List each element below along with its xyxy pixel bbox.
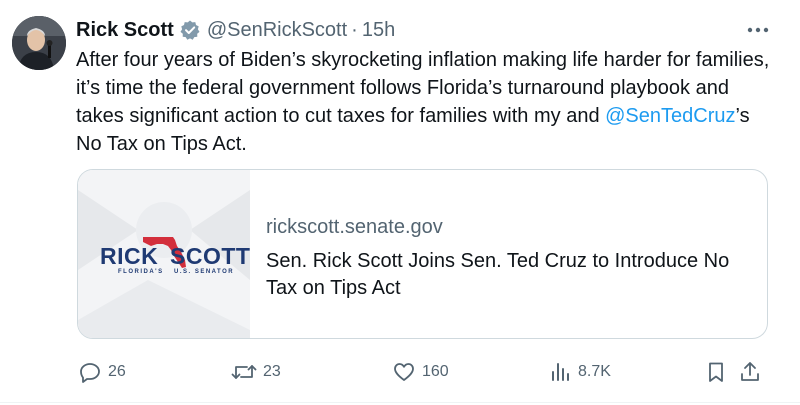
logo-subtitle-left: FLORIDA'S bbox=[118, 269, 164, 275]
card-info: rickscott.senate.gov Sen. Rick Scott Joi… bbox=[250, 170, 746, 338]
more-dots-icon[interactable] bbox=[742, 18, 774, 42]
bookmark-button[interactable] bbox=[704, 354, 728, 390]
card-domain: rickscott.senate.gov bbox=[266, 216, 443, 238]
verified-badge-icon[interactable] bbox=[179, 19, 201, 41]
link-card[interactable]: RICK SCOTT FLORIDA'S U.S. SENATOR ricksc… bbox=[77, 169, 768, 339]
share-button[interactable] bbox=[738, 354, 762, 390]
reply-icon bbox=[80, 363, 100, 383]
reply-button[interactable]: 26 bbox=[78, 354, 126, 390]
reply-count: 26 bbox=[108, 363, 126, 380]
tweet[interactable]: Rick Scott @SenRickScott · 15h After fou… bbox=[0, 0, 800, 405]
avatar[interactable] bbox=[12, 16, 66, 70]
like-count: 160 bbox=[422, 363, 449, 380]
views-button[interactable]: 8.7K bbox=[548, 354, 611, 390]
views-chart-icon bbox=[552, 363, 569, 381]
action-bar: 26 23 160 8.7K bbox=[0, 354, 800, 390]
tweet-text: After four years of Biden’s skyrocketing… bbox=[76, 46, 776, 158]
separator-dot: · bbox=[351, 18, 358, 41]
author-handle[interactable]: @SenRickScott bbox=[207, 19, 347, 42]
repost-button[interactable]: 23 bbox=[231, 354, 281, 390]
mention-link[interactable]: @SenTedCruz bbox=[605, 105, 735, 127]
views-count: 8.7K bbox=[578, 363, 611, 380]
bookmark-icon bbox=[709, 362, 723, 382]
logo-subtitle-right: U.S. SENATOR bbox=[174, 269, 235, 275]
logo-left-word: RICK bbox=[100, 243, 159, 269]
share-icon bbox=[741, 362, 759, 381]
logo-right-word: SCOTT bbox=[170, 243, 251, 269]
avatar-photo bbox=[12, 16, 66, 70]
card-title: Sen. Rick Scott Joins Sen. Ted Cruz to I… bbox=[266, 250, 730, 299]
tweet-divider bbox=[0, 402, 800, 403]
timestamp[interactable]: 15h bbox=[362, 19, 395, 42]
card-image: RICK SCOTT FLORIDA'S U.S. SENATOR bbox=[78, 170, 250, 338]
heart-icon bbox=[394, 363, 414, 381]
like-button[interactable]: 160 bbox=[392, 354, 449, 390]
repost-icon bbox=[231, 365, 257, 379]
author-name[interactable]: Rick Scott bbox=[76, 19, 174, 42]
tweet-header: Rick Scott @SenRickScott · 15h bbox=[76, 16, 395, 44]
repost-count: 23 bbox=[263, 363, 281, 380]
